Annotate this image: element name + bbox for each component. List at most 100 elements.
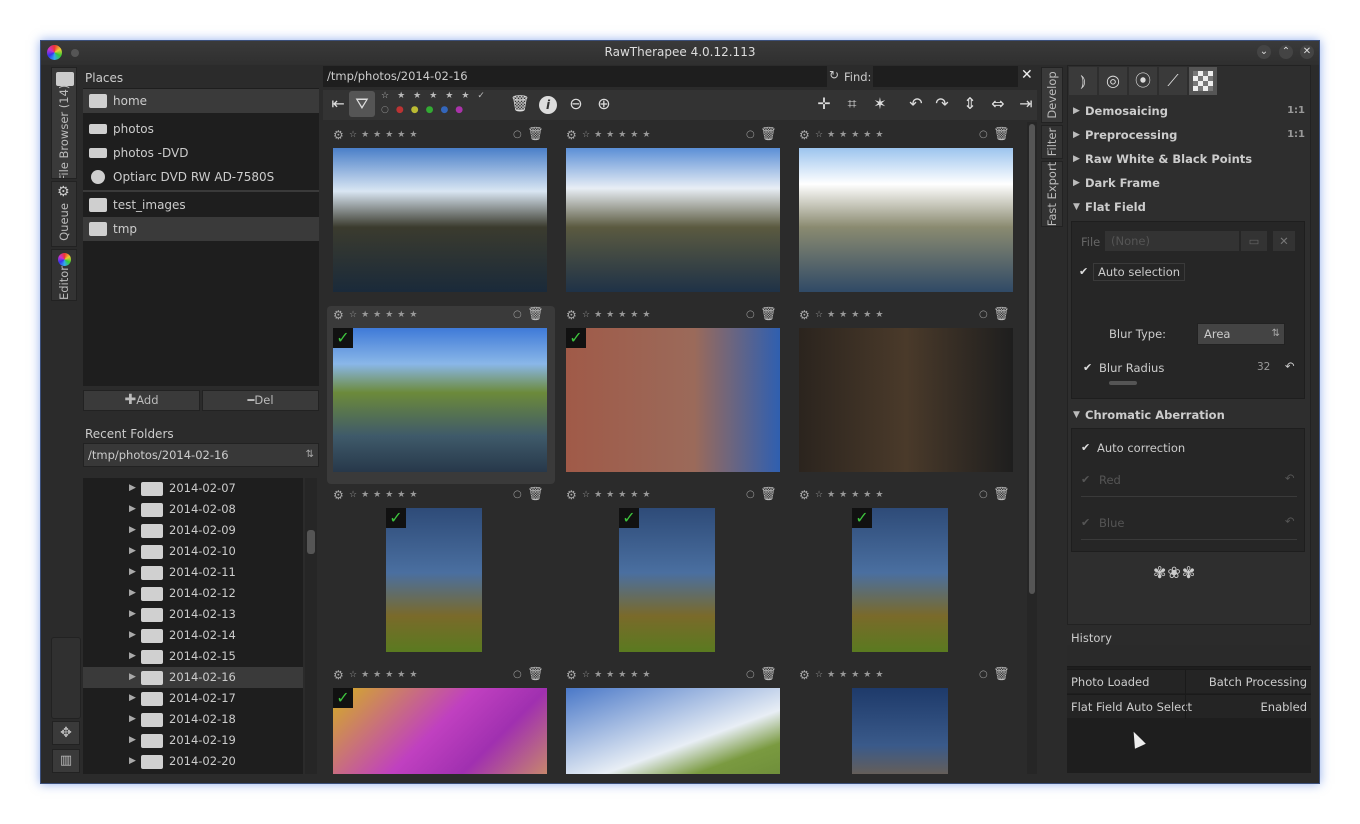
thumbnail-rank-stars[interactable]: ☆★★★★★ — [349, 310, 421, 320]
thumbnail[interactable]: ⚙ ☆★★★★★ ○ 🗑 ✓ — [327, 306, 555, 484]
thumbnail-color-label-icon[interactable]: ○ — [513, 309, 522, 320]
thumbnail-rank-stars[interactable]: ☆★★★★★ — [815, 130, 887, 140]
thumbnail-rank-stars[interactable]: ☆★★★★★ — [582, 130, 654, 140]
close-button[interactable]: ✕ — [1300, 45, 1314, 59]
expand-arrow-icon[interactable]: ▶ — [129, 625, 139, 646]
tab-file-browser[interactable]: File Browser (14) — [51, 67, 77, 179]
thumbnail-color-label-icon[interactable]: ○ — [746, 489, 755, 500]
thumbnail-rank-stars[interactable]: ☆★★★★★ — [815, 490, 887, 500]
rotate-right-icon[interactable]: ↷ — [929, 91, 955, 117]
thumbnail-trash-icon[interactable]: 🗑 — [760, 487, 777, 502]
thumbnail-trash-icon[interactable]: 🗑 — [993, 487, 1010, 502]
blur-radius-checkbox[interactable]: ✔ — [1083, 361, 1092, 374]
section-demosaicing[interactable]: ▶ Demosaicing 1:1 — [1071, 100, 1309, 122]
thumbnail-gear-icon[interactable]: ⚙ — [566, 668, 577, 682]
thumbnail[interactable]: ⚙ ☆★★★★★ ○ 🗑 ✓ — [327, 666, 555, 774]
del-place-button[interactable]: ━Del — [202, 390, 319, 411]
thumbnail-gear-icon[interactable]: ⚙ — [566, 128, 577, 142]
thumbnail-gear-icon[interactable]: ⚙ — [799, 128, 810, 142]
thumbnail-color-label-icon[interactable]: ○ — [513, 669, 522, 680]
thumbnail-image[interactable] — [566, 148, 780, 292]
tool-tab-detail-icon[interactable]: ◎ — [1099, 67, 1127, 95]
thumbnail[interactable]: ⚙ ☆★★★★★ ○ 🗑 — [327, 126, 555, 304]
blur-radius-slider[interactable] — [1109, 381, 1137, 385]
thumbnail-gear-icon[interactable]: ⚙ — [799, 308, 810, 322]
blue-reset-icon[interactable]: ↶ — [1285, 514, 1295, 528]
tree-folder-2014-02-18[interactable]: ▶ 2014-02-18 — [83, 709, 303, 730]
tree-folder-2014-02-13[interactable]: ▶ 2014-02-13 — [83, 604, 303, 625]
filter-icon[interactable]: ⛛ — [349, 91, 375, 117]
tree-folder-2014-02-11[interactable]: ▶ 2014-02-11 — [83, 562, 303, 583]
place-home[interactable]: home — [83, 89, 319, 113]
thumbnail-rank-stars[interactable]: ☆★★★★★ — [582, 310, 654, 320]
thumbnail-color-label-icon[interactable]: ○ — [513, 489, 522, 500]
thumbnail-color-label-icon[interactable]: ○ — [979, 309, 988, 320]
open-folder-icon[interactable]: ▭ — [1241, 231, 1267, 251]
move-icon[interactable]: ✥ — [52, 721, 80, 745]
thumbnail-image[interactable] — [619, 508, 715, 652]
flip-horizontal-icon[interactable]: ⇔ — [985, 91, 1011, 117]
thumbnail-color-label-icon[interactable]: ○ — [746, 669, 755, 680]
thumbnail-image[interactable] — [333, 148, 547, 292]
thumbnail-color-label-icon[interactable]: ○ — [513, 129, 522, 140]
thumbnail-image[interactable] — [566, 328, 780, 472]
thumbnail-color-label-icon[interactable]: ○ — [979, 489, 988, 500]
thumbnail[interactable]: ⚙ ☆★★★★★ ○ 🗑 — [793, 306, 1021, 484]
thumbnail-gear-icon[interactable]: ⚙ — [566, 488, 577, 502]
thumbnail-color-label-icon[interactable]: ○ — [746, 309, 755, 320]
info-icon[interactable]: i — [535, 91, 561, 117]
blue-checkbox[interactable]: ✔ — [1081, 516, 1090, 529]
panels-icon[interactable]: ▥ — [52, 749, 80, 773]
grid-scroll-thumb[interactable] — [1029, 124, 1035, 594]
thumbnail-gear-icon[interactable]: ⚙ — [566, 308, 577, 322]
tree-folder-2014-02-12[interactable]: ▶ 2014-02-12 — [83, 583, 303, 604]
tab-develop[interactable]: Develop — [1041, 67, 1063, 123]
thumbnail-color-label-icon[interactable]: ○ — [979, 129, 988, 140]
thumbnail[interactable]: ⚙ ☆★★★★★ ○ 🗑 — [560, 126, 788, 304]
thumbnail-rank-stars[interactable]: ☆★★★★★ — [349, 130, 421, 140]
red-checkbox[interactable]: ✔ — [1081, 473, 1090, 486]
tool-tab-raw-icon[interactable] — [1189, 67, 1217, 95]
section-chromatic-aberration[interactable]: ▼ Chromatic Aberration — [1071, 404, 1309, 426]
place-dvd-drive[interactable]: Optiarc DVD RW AD-7580S — [83, 165, 319, 189]
trash-icon[interactable]: 🗑 — [507, 91, 533, 117]
thumbnail-image[interactable] — [333, 688, 547, 774]
thumbnail-trash-icon[interactable]: 🗑 — [527, 307, 544, 322]
tree-folder-2014-02-14[interactable]: ▶ 2014-02-14 — [83, 625, 303, 646]
thumbnail-trash-icon[interactable]: 🗑 — [760, 307, 777, 322]
crosshair-icon[interactable]: ✛ — [811, 91, 837, 117]
section-raw-white-black[interactable]: ▶ Raw White & Black Points — [1071, 148, 1309, 170]
expand-arrow-icon[interactable]: ▶ — [129, 562, 139, 583]
thumbnail-image[interactable] — [799, 328, 1013, 472]
tree-folder-2014-02-09[interactable]: ▶ 2014-02-09 — [83, 520, 303, 541]
grid-scrollbar[interactable] — [1027, 122, 1037, 774]
clear-file-icon[interactable]: ✕ — [1273, 231, 1295, 251]
thumbnail-gear-icon[interactable]: ⚙ — [799, 488, 810, 502]
crop-icon[interactable]: ⌗ — [839, 91, 865, 117]
expand-arrow-icon[interactable]: ▶ — [129, 730, 139, 751]
red-slider[interactable] — [1081, 493, 1297, 497]
auto-adjust-icon[interactable]: ✶ — [867, 91, 893, 117]
tab-queue[interactable]: ⚙ Queue — [51, 181, 77, 247]
auto-selection-checkbox[interactable]: ✔ — [1079, 265, 1088, 278]
thumbnail-rank-stars[interactable]: ☆★★★★★ — [582, 490, 654, 500]
blur-type-select[interactable]: Area ⇅ — [1197, 323, 1285, 345]
thumbnail-trash-icon[interactable]: 🗑 — [527, 127, 544, 142]
tab-editor[interactable]: Editor — [51, 249, 77, 301]
rotate-left-icon[interactable]: ↶ — [903, 91, 929, 117]
thumbnail[interactable]: ⚙ ☆★★★★★ ○ 🗑 — [793, 126, 1021, 304]
expand-arrow-icon[interactable]: ▶ — [129, 541, 139, 562]
expand-arrow-icon[interactable]: ▶ — [129, 709, 139, 730]
thumbnail-trash-icon[interactable]: 🗑 — [993, 667, 1010, 682]
add-place-button[interactable]: ✚Add — [83, 390, 200, 411]
expand-arrow-icon[interactable]: ▶ — [129, 583, 139, 604]
collapse-left-icon[interactable]: ⇤ — [325, 91, 351, 117]
expand-arrow-icon[interactable]: ▶ — [129, 478, 139, 499]
section-preprocessing[interactable]: ▶ Preprocessing 1:1 — [1071, 124, 1309, 146]
place-test-images[interactable]: test_images — [83, 193, 319, 217]
thumbnail-gear-icon[interactable]: ⚙ — [333, 128, 344, 142]
find-input[interactable] — [873, 66, 1018, 87]
thumbnail-trash-icon[interactable]: 🗑 — [993, 127, 1010, 142]
thumbnail-trash-icon[interactable]: 🗑 — [993, 307, 1010, 322]
thumbnail-rank-stars[interactable]: ☆★★★★★ — [815, 310, 887, 320]
